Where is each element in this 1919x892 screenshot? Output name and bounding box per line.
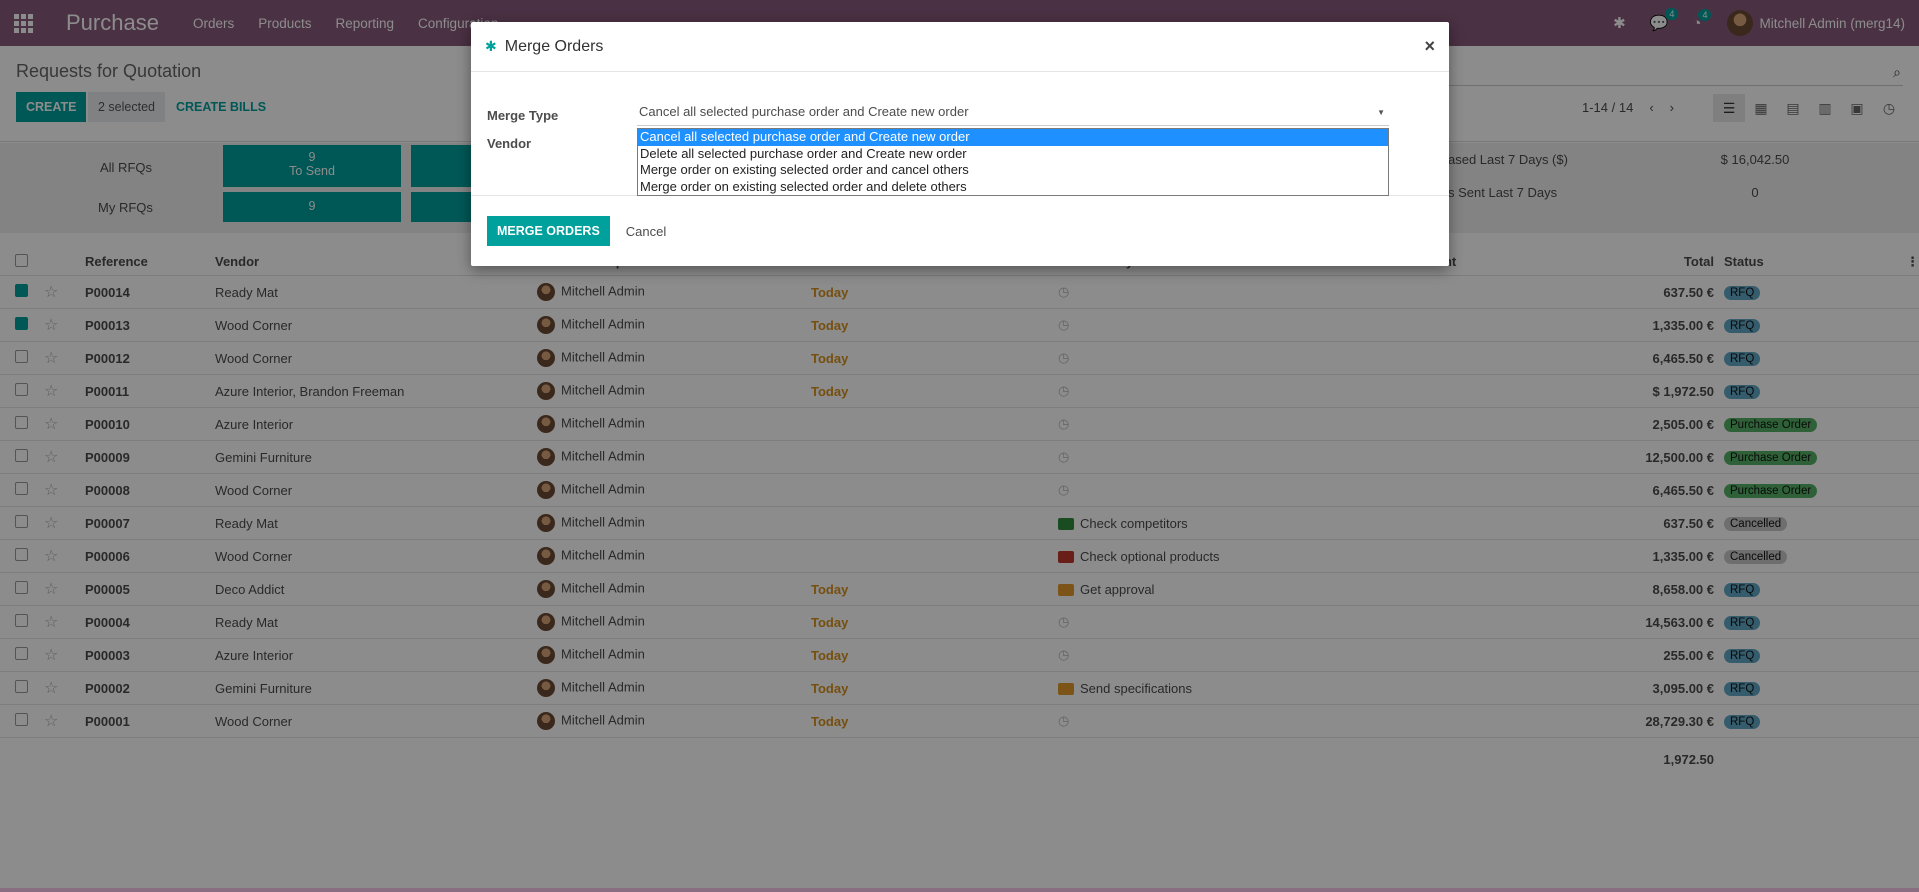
- merge-type-select[interactable]: Cancel all selected purchase order and C…: [637, 104, 1389, 126]
- dialog-header: ✱ Merge Orders ×: [471, 22, 1449, 72]
- merge-type-option[interactable]: Merge order on existing selected order a…: [638, 179, 1388, 196]
- merge-type-label: Merge Type: [487, 108, 559, 123]
- vendor-label: Vendor: [487, 136, 532, 151]
- dialog-title: Merge Orders: [504, 37, 604, 55]
- merge-type-option[interactable]: Cancel all selected purchase order and C…: [638, 129, 1388, 146]
- bottom-strip: [0, 888, 1919, 892]
- dialog-footer: MERGE ORDERS Cancel: [471, 196, 1449, 266]
- chevron-down-icon: ▼: [1377, 108, 1385, 117]
- merge-type-option[interactable]: Delete all selected purchase order and C…: [638, 146, 1388, 163]
- merge-type-option[interactable]: Merge order on existing selected order a…: [638, 162, 1388, 179]
- close-icon[interactable]: ×: [1424, 36, 1435, 57]
- cancel-button[interactable]: Cancel: [626, 224, 666, 239]
- merge-type-dropdown: Cancel all selected purchase order and C…: [637, 128, 1389, 196]
- bug-icon: ✱: [485, 38, 497, 54]
- merge-type-value: Cancel all selected purchase order and C…: [639, 104, 969, 119]
- merge-orders-button[interactable]: MERGE ORDERS: [487, 216, 610, 246]
